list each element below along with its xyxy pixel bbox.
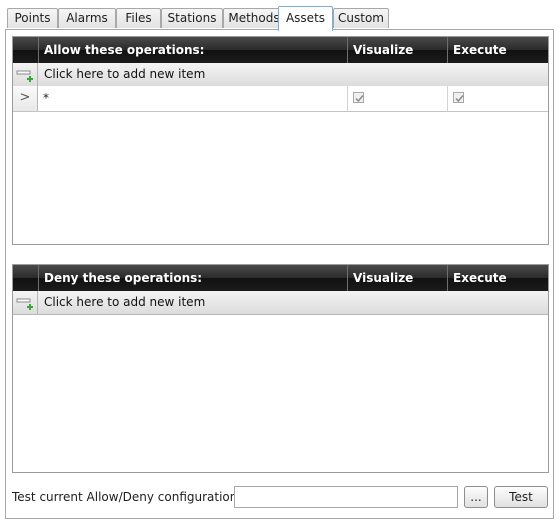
add-new-item-label: Click here to add new item	[44, 67, 206, 81]
add-row-gutter	[13, 291, 38, 314]
test-button[interactable]: Test	[494, 486, 548, 508]
test-operation-input[interactable]	[234, 486, 458, 508]
tab-label: Stations	[167, 11, 217, 25]
tab-label: Assets	[285, 11, 326, 25]
column-header-label: Execute	[453, 271, 507, 285]
tab-stations[interactable]: Stations	[161, 8, 223, 28]
tab-assets[interactable]: Assets	[278, 6, 333, 31]
checkmark-icon	[455, 95, 464, 103]
tab-label: Points	[14, 11, 51, 25]
column-header-label: Visualize	[353, 43, 414, 57]
row-indicator[interactable]: >	[13, 86, 38, 111]
grid-header: Deny these operations: Visualize Execute	[13, 265, 548, 291]
column-header-visualize[interactable]: Visualize	[347, 37, 447, 63]
add-new-item-row[interactable]: Click here to add new item	[13, 291, 548, 315]
add-new-item-row[interactable]: Click here to add new item	[13, 63, 548, 87]
execute-cell	[447, 86, 548, 111]
grid-header: Allow these operations: Visualize Execut…	[13, 37, 548, 63]
add-row-gutter	[13, 63, 38, 86]
tab-label: Methods	[228, 11, 280, 25]
tab-methods[interactable]: Methods	[223, 8, 285, 28]
column-header-label: Deny these operations:	[44, 271, 203, 285]
operation-cell[interactable]: *	[38, 86, 347, 111]
tab-label: Custom	[338, 11, 384, 25]
visualize-cell	[347, 86, 447, 111]
checkmark-icon	[355, 95, 364, 103]
tab-custom[interactable]: Custom	[333, 8, 389, 28]
column-header-execute[interactable]: Execute	[447, 265, 548, 291]
add-row-icon	[16, 298, 33, 310]
column-header-execute[interactable]: Execute	[447, 37, 548, 63]
visualize-checkbox[interactable]	[353, 92, 364, 103]
execute-checkbox[interactable]	[453, 92, 464, 103]
add-new-item-label: Click here to add new item	[44, 295, 206, 309]
column-header-operation[interactable]: Allow these operations:	[38, 37, 347, 63]
tab-label: Files	[125, 11, 152, 25]
header-gutter	[13, 265, 38, 291]
tab-label: Alarms	[66, 11, 108, 25]
column-header-label: Execute	[453, 43, 507, 57]
test-configuration-label: Test current Allow/Deny configuration:	[12, 490, 242, 504]
column-header-label: Allow these operations:	[44, 43, 205, 57]
deny-operations-grid: Deny these operations: Visualize Execute…	[12, 264, 549, 473]
allow-operations-grid: Allow these operations: Visualize Execut…	[12, 36, 549, 245]
add-row-icon	[16, 70, 33, 82]
column-header-operation[interactable]: Deny these operations:	[38, 265, 347, 291]
browse-button[interactable]: ...	[464, 486, 488, 508]
column-header-visualize[interactable]: Visualize	[347, 265, 447, 291]
tab-alarms[interactable]: Alarms	[58, 8, 116, 28]
tab-files[interactable]: Files	[116, 8, 161, 28]
header-gutter	[13, 37, 38, 63]
table-row[interactable]: > *	[13, 86, 548, 112]
column-header-label: Visualize	[353, 271, 414, 285]
tab-points[interactable]: Points	[7, 8, 58, 28]
